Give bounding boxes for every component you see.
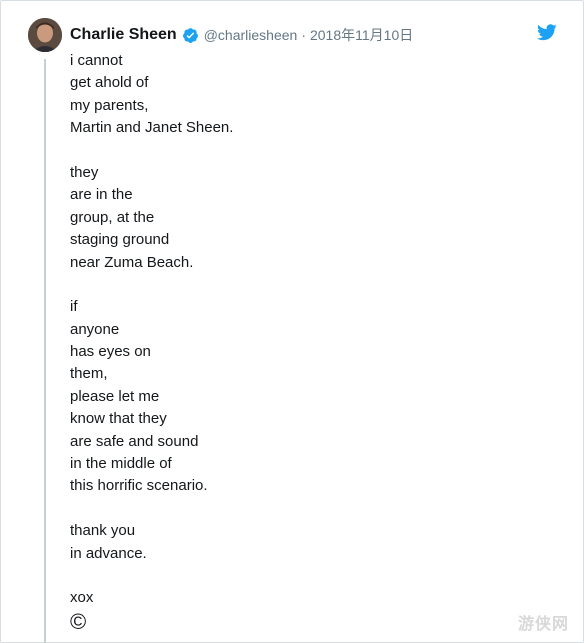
tweet-line: xox [70, 589, 94, 607]
tweet-header: Charlie Sheen @charliesheen · 2018年11月10… [70, 24, 413, 46]
tweet-line: are safe and sound [70, 432, 199, 450]
avatar[interactable] [28, 18, 62, 52]
display-name[interactable]: Charlie Sheen [70, 26, 177, 44]
tweet-text: i cannot get ahold of my parents, Martin… [70, 50, 233, 633]
tweet-line: my parents, [70, 96, 149, 114]
twitter-bird-icon[interactable] [537, 24, 557, 41]
thread-line [44, 59, 46, 643]
tweet-line: group, at the [70, 208, 155, 226]
tweet-line: Martin and Janet Sheen. [70, 119, 234, 137]
tweet-line: in advance. [70, 544, 147, 562]
avatar-image [28, 18, 62, 52]
handle[interactable]: @charliesheen [204, 27, 298, 43]
tweet-line: thank you [70, 522, 136, 540]
tweet-line: please let me [70, 387, 160, 405]
tweet-date[interactable]: 2018年11月10日 [310, 25, 413, 45]
tweet-line: get ahold of [70, 74, 149, 92]
tweet-line: staging ground [70, 231, 170, 249]
tweet-line: near Zuma Beach. [70, 253, 194, 271]
verified-badge-icon [182, 27, 199, 44]
tweet-line: i cannot [70, 52, 123, 69]
tweet-line: them, [70, 365, 108, 383]
tweet-line: know that they [70, 410, 167, 428]
tweet-card: Charlie Sheen @charliesheen · 2018年11月10… [0, 0, 584, 643]
copyright-symbol: © [70, 608, 87, 634]
tweet-line: in the middle of [70, 455, 172, 473]
tweet-line: if [70, 298, 78, 316]
tweet-line: they [70, 163, 99, 181]
tweet-line: are in the [70, 186, 133, 204]
tweet-line: anyone [70, 320, 120, 338]
header-separator: · [301, 27, 306, 43]
tweet-line: has eyes on [70, 343, 151, 361]
watermark: 游侠网 [517, 616, 569, 633]
tweet-line: this horrific scenario. [70, 477, 208, 495]
